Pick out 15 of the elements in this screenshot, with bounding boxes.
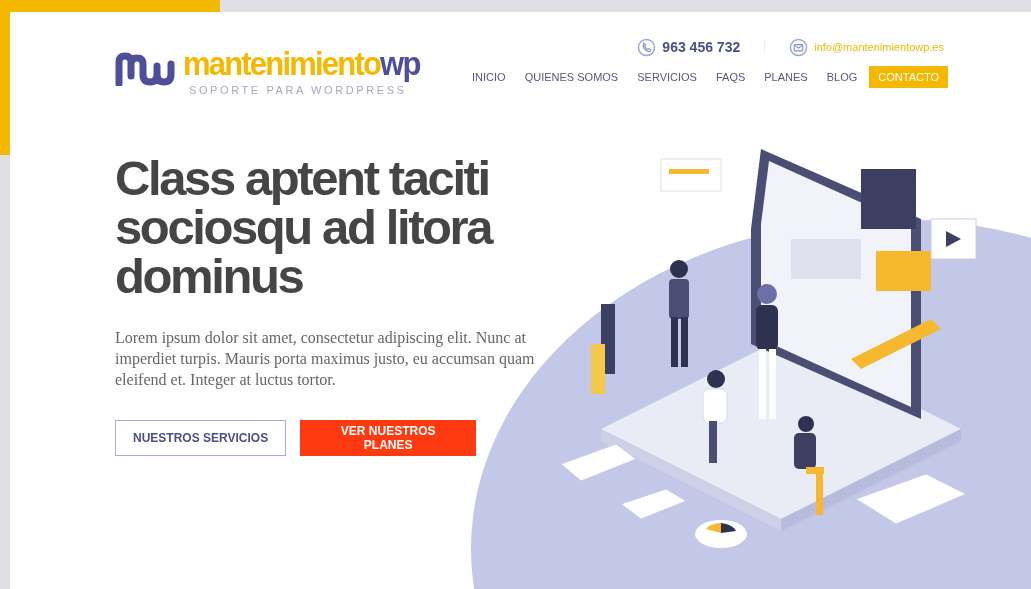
phone-number[interactable]: 963 456 732 <box>662 39 741 55</box>
hero-paragraph: Lorem ipsum dolor sit amet, consectetur adipiscing elit. Nunc at imperdiet turpis. Mauris porta maximus justo, eu accumsan quam eleifend et. Integer at luctus tortor. <box>115 328 536 390</box>
nav-link[interactable]: FAQS <box>708 66 753 88</box>
nav-link[interactable]: INICIO <box>465 66 513 88</box>
nav-link[interactable]: BLOG <box>819 66 865 88</box>
nav-link[interactable]: SERVICIOS <box>630 66 704 88</box>
phone-icon <box>637 37 657 57</box>
logo-tagline: SOPORTE PARA WORDPRESS <box>189 84 408 96</box>
services-button[interactable]: NUESTROS SERVICIOS <box>115 420 287 456</box>
nav-link[interactable]: PLANES <box>757 66 815 88</box>
email-icon <box>789 37 809 57</box>
hero-heading: Class aptent taciti sociosqu ad litora dominus <box>115 154 493 301</box>
logo-wordmark: mantenimientowp <box>183 46 420 81</box>
plans-button[interactable]: VER NUESTROS PLANES <box>300 420 477 456</box>
nav-link[interactable]: QUIENES SOMOS <box>517 66 626 88</box>
